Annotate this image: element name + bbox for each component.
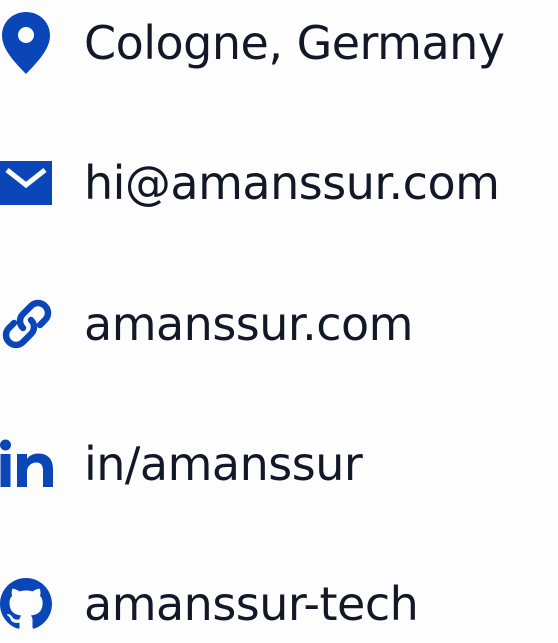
contact-email-link[interactable]: hi@amanssur.com	[0, 148, 558, 218]
contact-github-link[interactable]: amanssur-tech	[0, 569, 558, 639]
linkedin-text: in/amanssur	[84, 437, 363, 491]
contact-list: Cologne, Germany hi@amanssur.com amanssu…	[0, 0, 558, 643]
contact-website-link[interactable]: amanssur.com	[0, 289, 558, 359]
location-text: Cologne, Germany	[84, 16, 505, 70]
linkedin-icon	[0, 429, 54, 499]
github-text: amanssur-tech	[84, 577, 419, 631]
contact-location: Cologne, Germany	[0, 8, 558, 78]
email-text: hi@amanssur.com	[84, 156, 500, 210]
map-pin-icon	[0, 8, 54, 78]
envelope-icon	[0, 148, 54, 218]
contact-linkedin-link[interactable]: in/amanssur	[0, 429, 558, 499]
link-icon	[0, 289, 54, 359]
github-icon	[0, 569, 54, 639]
website-text: amanssur.com	[84, 297, 413, 351]
